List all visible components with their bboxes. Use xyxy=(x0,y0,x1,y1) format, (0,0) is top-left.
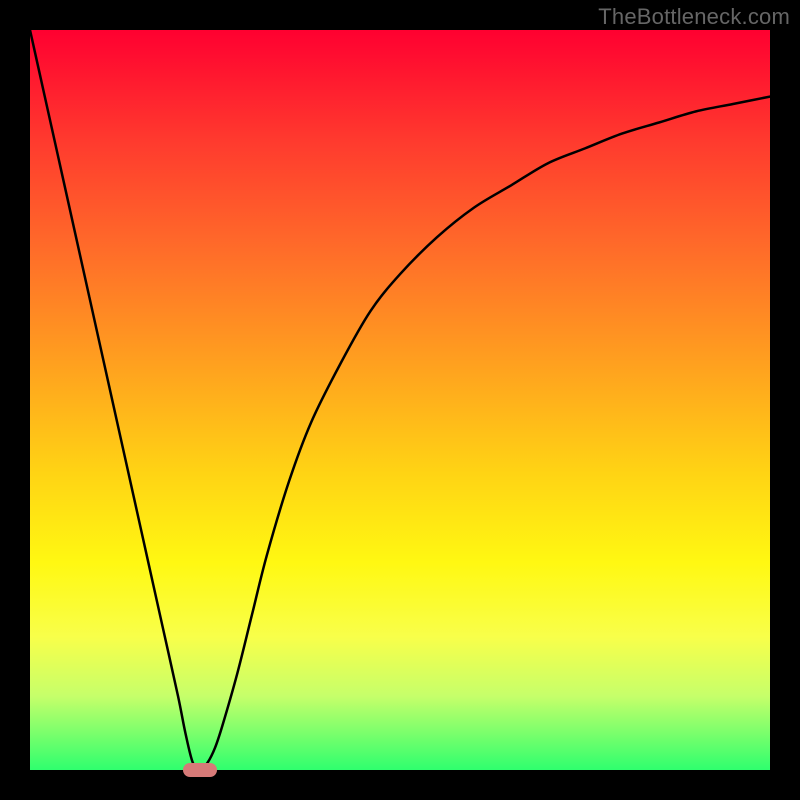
plot-area xyxy=(30,30,770,770)
optimal-marker xyxy=(183,763,217,777)
chart-frame: TheBottleneck.com xyxy=(0,0,800,800)
attribution-label: TheBottleneck.com xyxy=(598,4,790,30)
bottleneck-curve xyxy=(30,30,770,770)
